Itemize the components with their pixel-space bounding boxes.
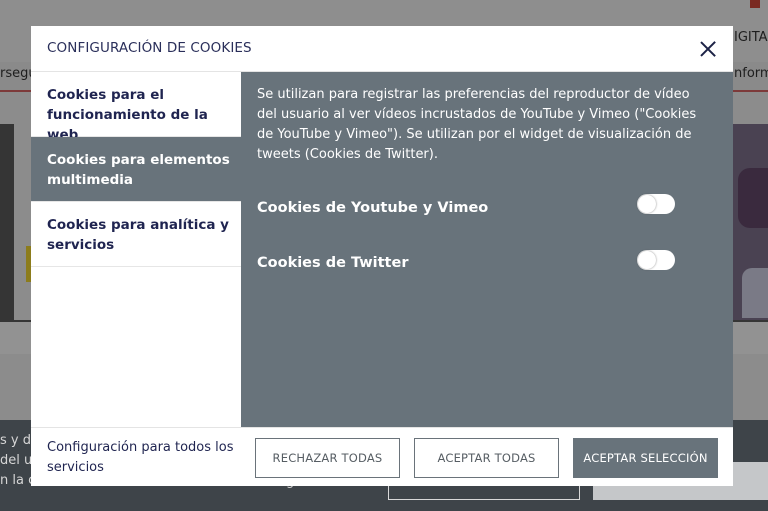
dialog-title: CONFIGURACIÓN DE COOKIES [47, 40, 252, 56]
bg-cookie-bar-text: s y d [0, 433, 31, 448]
tab-label: Cookies para elementos multimedia [47, 152, 230, 188]
panel-description: Se utilizan para registrar las preferenc… [257, 87, 697, 162]
bg-header-accent [750, 0, 760, 8]
tab-label: Cookies para analítica y servicios [47, 217, 229, 253]
bg-header-text: IGITAL [734, 30, 768, 45]
youtube-vimeo-cookies-toggle[interactable] [637, 194, 675, 214]
twitter-cookies-toggle[interactable] [637, 250, 675, 270]
tab-elementos-multimedia[interactable]: Cookies para elementos multimedia [31, 137, 241, 202]
reject-all-button[interactable]: RECHAZAR TODAS [255, 438, 400, 478]
cookie-settings-dialog: CONFIGURACIÓN DE COOKIES Cookies para el… [31, 26, 733, 486]
tab-funcionamiento-web[interactable]: Cookies para el funcionamiento de la web [31, 72, 241, 143]
twitter-cookies-label: Cookies de Twitter [257, 255, 409, 271]
bg-nav-item-right: nform [734, 66, 768, 81]
tab-label: Cookies para el funcionamiento de la web [47, 87, 208, 143]
bg-cookie-bar-button [388, 486, 580, 500]
bg-hero-photo-detail [742, 268, 768, 318]
dialog-footer: Configuración para todos los servicios R… [31, 427, 733, 486]
toggle-knob [638, 195, 656, 213]
bg-cookie-bar-text: n la c [0, 473, 36, 488]
cookie-category-tabs: Cookies para el funcionamiento de la web… [31, 72, 241, 427]
youtube-vimeo-cookies-label: Cookies de Youtube y Vimeo [257, 200, 489, 216]
bg-hero-photo-detail [738, 168, 768, 228]
accept-selection-button[interactable]: ACEPTAR SELECCIÓN [573, 438, 718, 478]
bg-cookie-bar-text: del u [0, 453, 33, 468]
toggle-knob [638, 251, 656, 269]
accept-all-button[interactable]: ACEPTAR TODAS [414, 438, 559, 478]
footer-description: Configuración para todos los servicios [47, 440, 234, 475]
tab-analitica-servicios[interactable]: Cookies para analítica y servicios [31, 202, 241, 267]
tab-panel-multimedia: Se utilizan para registrar las preferenc… [241, 72, 733, 427]
close-icon[interactable] [699, 40, 717, 58]
dialog-header: CONFIGURACIÓN DE COOKIES [31, 26, 733, 72]
